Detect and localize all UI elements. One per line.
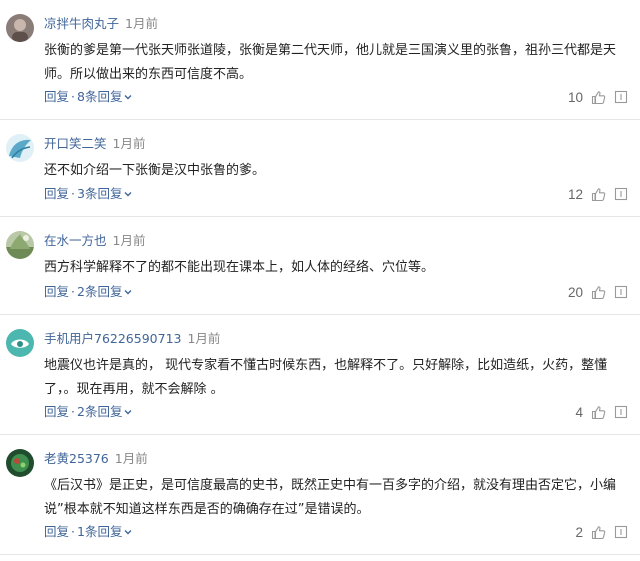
comment-actions: 回复 · 1条回复 bbox=[44, 523, 133, 541]
comment-time: 1月前 bbox=[187, 331, 221, 346]
chevron-down-icon bbox=[124, 530, 132, 535]
comment-time: 1月前 bbox=[112, 233, 146, 248]
separator-dot: · bbox=[71, 284, 75, 299]
comment-time: 1月前 bbox=[112, 136, 146, 151]
comment-actions: 回复 · 2条回复 bbox=[44, 283, 133, 301]
separator-dot: · bbox=[71, 524, 75, 539]
avatar[interactable] bbox=[6, 134, 34, 162]
thumbs-up-icon[interactable] bbox=[591, 187, 606, 202]
replies-count-label: 8条回复 bbox=[77, 89, 123, 104]
like-count: 20 bbox=[567, 284, 583, 300]
comment-tools: 12 bbox=[568, 185, 628, 203]
view-replies-button[interactable]: 8条回复 bbox=[77, 89, 133, 104]
reply-button[interactable]: 回复 bbox=[44, 89, 69, 104]
reply-button[interactable]: 回复 bbox=[44, 284, 69, 299]
comment-item: 开口笑二笑 1月前 还不如介绍一下张衡是汉中张鲁的爹。 回复 · 3条回复 12 bbox=[0, 120, 640, 217]
comment-text: 张衡的爹是第一代张天师张道陵，张衡是第二代天师，他儿就是三国演义里的张鲁，祖孙三… bbox=[44, 43, 617, 82]
comment-tools: 2 bbox=[575, 523, 628, 541]
like-count: 12 bbox=[567, 186, 583, 202]
comment-tools: 4 bbox=[575, 403, 628, 421]
comment-text: 还不如介绍一下张衡是汉中张鲁的爹。 bbox=[44, 163, 266, 178]
comment-item: 手机用户76226590713 1月前 地震仪也许是真的， 现代专家看不懂古时候东… bbox=[0, 315, 640, 435]
username-link[interactable]: 在水一方也 bbox=[44, 233, 107, 248]
view-replies-button[interactable]: 2条回复 bbox=[77, 284, 133, 299]
thumbs-up-icon[interactable] bbox=[591, 525, 606, 540]
view-replies-button[interactable]: 1条回复 bbox=[77, 524, 133, 539]
separator-dot: · bbox=[71, 404, 75, 419]
comment-text: 西方科学解释不了的都不能出现在课本上，如人体的经络、穴位等。 bbox=[44, 260, 435, 275]
comment-time: 1月前 bbox=[114, 451, 148, 466]
avatar[interactable] bbox=[6, 231, 34, 259]
comment-actions: 回复 · 2条回复 bbox=[44, 403, 133, 421]
view-replies-button[interactable]: 3条回复 bbox=[77, 186, 133, 201]
view-replies-button[interactable]: 2条回复 bbox=[77, 404, 133, 419]
comment-tools: 10 bbox=[568, 88, 628, 106]
comment-text: 《后汉书》是正史，是可信度最高的史书，既然正史中有一百多字的介绍，就没有理由否定… bbox=[44, 478, 617, 517]
comment-meta: 手机用户76226590713 1月前 bbox=[44, 330, 220, 348]
username-link[interactable]: 开口笑二笑 bbox=[44, 136, 107, 151]
comment-meta: 凉拌牛肉丸子 1月前 bbox=[44, 15, 158, 33]
comment-time: 1月前 bbox=[125, 16, 158, 31]
replies-count-label: 2条回复 bbox=[77, 284, 123, 299]
comment-list: 凉拌牛肉丸子 1月前 张衡的爹是第一代张天师张道陵，张衡是第二代天师，他儿就是三国… bbox=[0, 0, 640, 555]
separator-dot: · bbox=[71, 89, 75, 104]
replies-count-label: 3条回复 bbox=[77, 186, 123, 201]
report-icon[interactable] bbox=[614, 187, 628, 201]
chevron-down-icon bbox=[124, 410, 132, 415]
chevron-down-icon bbox=[124, 192, 132, 197]
comment-meta: 开口笑二笑 1月前 bbox=[44, 135, 145, 153]
like-count: 4 bbox=[575, 404, 583, 420]
comment-item: 老黄25376 1月前 《后汉书》是正史，是可信度最高的史书，既然正史中有一百多字… bbox=[0, 435, 640, 555]
report-icon[interactable] bbox=[614, 525, 628, 539]
comment-actions: 回复 · 8条回复 bbox=[44, 88, 133, 106]
avatar[interactable] bbox=[6, 449, 34, 477]
report-icon[interactable] bbox=[614, 90, 628, 104]
chevron-down-icon bbox=[124, 95, 132, 100]
chevron-down-icon bbox=[124, 290, 132, 295]
comment-meta: 老黄25376 1月前 bbox=[44, 450, 148, 468]
like-count: 2 bbox=[575, 524, 583, 540]
avatar[interactable] bbox=[6, 329, 34, 357]
avatar[interactable] bbox=[6, 14, 34, 42]
username-link[interactable]: 老黄25376 bbox=[44, 451, 109, 466]
thumbs-up-icon[interactable] bbox=[591, 405, 606, 420]
separator-dot: · bbox=[71, 186, 75, 201]
reply-button[interactable]: 回复 bbox=[44, 186, 69, 201]
report-icon[interactable] bbox=[614, 405, 628, 419]
replies-count-label: 1条回复 bbox=[77, 524, 123, 539]
reply-button[interactable]: 回复 bbox=[44, 404, 69, 419]
comment-actions: 回复 · 3条回复 bbox=[44, 185, 133, 203]
like-count: 10 bbox=[567, 89, 583, 105]
report-icon[interactable] bbox=[614, 285, 628, 299]
comment-meta: 在水一方也 1月前 bbox=[44, 232, 145, 250]
username-link[interactable]: 凉拌牛肉丸子 bbox=[44, 16, 119, 31]
thumbs-up-icon[interactable] bbox=[591, 90, 606, 105]
comment-text: 地震仪也许是真的， 现代专家看不懂古时候东西，也解释不了。只好解除，比如造纸，火… bbox=[44, 358, 608, 397]
comment-item: 在水一方也 1月前 西方科学解释不了的都不能出现在课本上，如人体的经络、穴位等。 … bbox=[0, 217, 640, 315]
replies-count-label: 2条回复 bbox=[77, 404, 123, 419]
username-link[interactable]: 手机用户76226590713 bbox=[44, 331, 181, 346]
thumbs-up-icon[interactable] bbox=[591, 285, 606, 300]
comment-item: 凉拌牛肉丸子 1月前 张衡的爹是第一代张天师张道陵，张衡是第二代天师，他儿就是三国… bbox=[0, 0, 640, 120]
reply-button[interactable]: 回复 bbox=[44, 524, 69, 539]
comment-tools: 20 bbox=[568, 283, 628, 301]
